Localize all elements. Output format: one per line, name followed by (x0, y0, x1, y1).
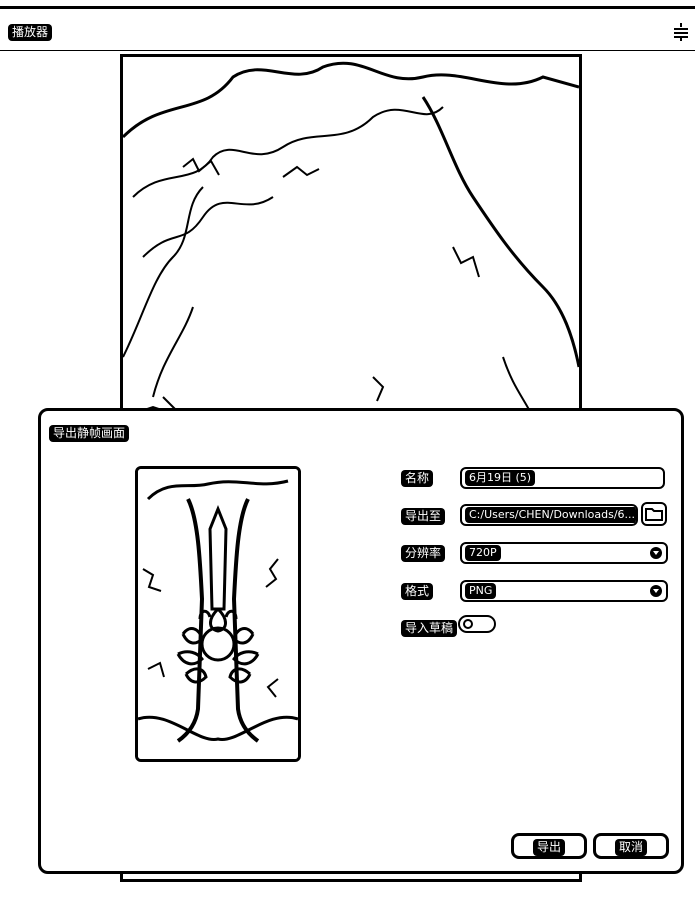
resolution-label: 分辨率 (401, 545, 446, 562)
format-label: 格式 (401, 583, 434, 600)
name-input[interactable]: 6月19日 (5) (460, 467, 665, 489)
export-path-value: C:/Users/CHEN/Downloads/6... (465, 507, 636, 523)
dialog-title: 导出静帧画面 (49, 425, 130, 442)
import-draft-label: 导入草稿 (401, 620, 458, 637)
format-select[interactable]: PNG (460, 580, 668, 602)
export-path-input[interactable]: C:/Users/CHEN/Downloads/6... (460, 504, 638, 526)
menu-lines-icon[interactable] (674, 23, 688, 41)
chevron-down-icon (650, 547, 662, 559)
cancel-button-label: 取消 (614, 839, 647, 856)
export-button-label: 导出 (532, 839, 565, 856)
resolution-select[interactable]: 720P (460, 542, 668, 564)
export-still-dialog: 导出静帧画面 名称 6月19日 (5) 导出至 C:/Users/CHEN/Do… (38, 408, 684, 874)
app-title: 播放器 (8, 24, 53, 41)
title-bar-top-border (0, 6, 695, 9)
export-to-label: 导出至 (401, 508, 446, 525)
toggle-knob (463, 619, 473, 629)
title-bar: 播放器 (0, 0, 695, 52)
title-bar-divider (0, 50, 695, 51)
export-button[interactable]: 导出 (511, 833, 587, 859)
name-value: 6月19日 (5) (465, 470, 536, 486)
import-draft-toggle[interactable] (458, 615, 496, 633)
chevron-down-icon (650, 585, 662, 597)
folder-icon (645, 508, 663, 521)
name-label: 名称 (401, 470, 434, 487)
resolution-value: 720P (465, 545, 501, 561)
browse-folder-button[interactable] (641, 502, 667, 526)
frame-thumbnail (135, 466, 301, 762)
cancel-button[interactable]: 取消 (593, 833, 669, 859)
thumbnail-artwork (138, 469, 298, 759)
format-value: PNG (465, 583, 497, 599)
